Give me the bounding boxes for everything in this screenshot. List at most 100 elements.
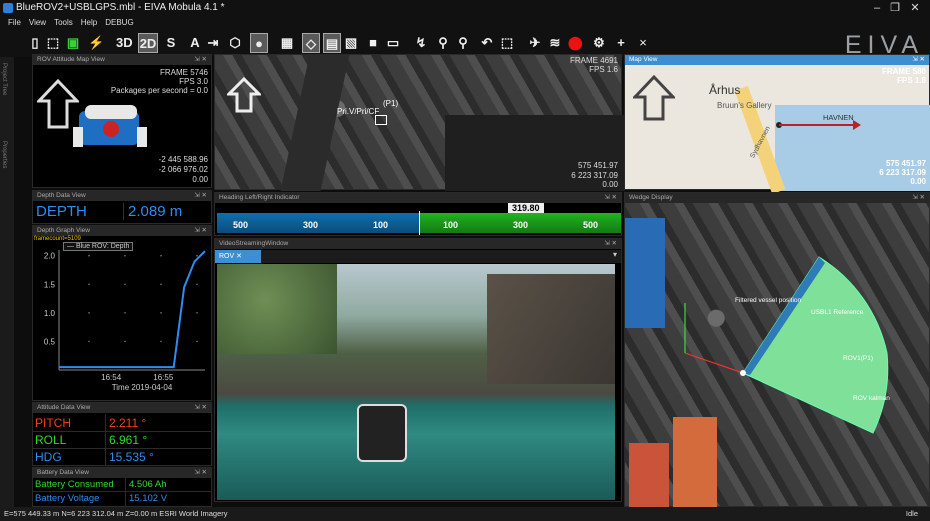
x-axis-label: Time 2019-04-04 bbox=[112, 383, 173, 392]
panel-title: Wedge Display bbox=[629, 194, 673, 201]
northing-readout: -2 066 976.02 bbox=[158, 165, 208, 174]
y-tick-label: 2.0 bbox=[44, 252, 56, 261]
view-a-button[interactable]: A bbox=[188, 33, 202, 53]
grid-dot bbox=[196, 340, 198, 343]
depth-graph-panel: Depth Graph View ⇲ ✕ framecount=5109 — Bl… bbox=[32, 225, 212, 401]
panel-close-icon[interactable]: ⇲ ✕ bbox=[604, 239, 617, 249]
grid-dot bbox=[160, 283, 162, 286]
tab-close-icon[interactable]: ✕ bbox=[236, 253, 242, 260]
texture-icon[interactable]: ▤ bbox=[323, 33, 341, 53]
panel-close-icon[interactable]: ⇲ ✕ bbox=[194, 468, 207, 478]
grid-dot bbox=[124, 340, 126, 343]
side-tab-properties[interactable]: Properties bbox=[1, 141, 7, 168]
map-outline-icon[interactable]: ◇ bbox=[302, 33, 320, 53]
new-file-icon[interactable]: ▯ bbox=[28, 33, 42, 53]
route-icon[interactable]: ↯ bbox=[414, 33, 428, 53]
panel-title: VideoStreamingWindow bbox=[219, 240, 289, 247]
attitude-row-hdg: HDG 15.535 ° bbox=[33, 448, 211, 466]
depth-line-chart: 0.5 1.0 1.5 2.0 16:54 16:55Time 2019-04-04 bbox=[44, 250, 206, 392]
menu-tools[interactable]: Tools bbox=[54, 18, 73, 27]
easting-readout: 575 451.97 bbox=[577, 161, 618, 170]
exit-view-icon[interactable]: ⇥ bbox=[206, 33, 220, 53]
close-button[interactable]: ✕ bbox=[908, 0, 922, 16]
depth-value: 2.089 m bbox=[123, 203, 182, 220]
panel-close-icon[interactable]: ⇲ ✕ bbox=[194, 226, 207, 236]
waypoint-icon[interactable]: ⚲ bbox=[436, 33, 450, 53]
panel-close-icon[interactable]: ⇲ ✕ bbox=[912, 55, 925, 65]
battery-consumed-label: Battery Consumed bbox=[35, 479, 114, 490]
sonar-icon[interactable]: ≋ bbox=[548, 33, 562, 53]
y-tick-label: 1.0 bbox=[44, 309, 56, 318]
status-bar: E=575 449.33 m N=6 223 312.04 m Z=0.00 m… bbox=[0, 507, 930, 521]
hdg-label: HDG bbox=[35, 450, 62, 464]
rov-attitude-map-panel: ROV Attitude Map View ⇲ ✕ FRAME 5746 FPS … bbox=[32, 54, 212, 188]
menu-debug[interactable]: DEBUG bbox=[105, 18, 133, 27]
heading-tick: 300 bbox=[513, 220, 529, 230]
cursor-coordinates: E=575 449.33 m N=6 223 312.04 m Z=0.00 m… bbox=[4, 509, 228, 518]
northing-readout: 6 223 317.09 bbox=[571, 171, 618, 180]
minimize-button[interactable]: – bbox=[870, 0, 884, 16]
filtered-position-label: Filtered vessel position bbox=[735, 297, 802, 304]
frame-readout: FRAME 580 bbox=[881, 67, 926, 76]
frame-readout: FRAME 4691 bbox=[569, 56, 618, 65]
panel-title: Attitude Data View bbox=[37, 404, 91, 411]
x-tick-label: 16:54 bbox=[101, 373, 122, 382]
add-icon[interactable]: + bbox=[614, 33, 628, 53]
cube-icon[interactable]: ⬡ bbox=[228, 33, 242, 53]
side-tab-project-tree[interactable]: Project Tree bbox=[1, 63, 7, 95]
undo-route-icon[interactable]: ↶ bbox=[480, 33, 494, 53]
battery-consumed-value: 4.506 Ah bbox=[125, 478, 167, 492]
grid-dot bbox=[88, 340, 90, 343]
grid-icon[interactable]: ▦ bbox=[280, 33, 294, 53]
video-tab-rov[interactable]: ROV ✕ bbox=[215, 250, 261, 263]
panel-close-icon[interactable]: ⇲ ✕ bbox=[194, 55, 207, 65]
panel-close-icon[interactable]: ⇲ ✕ bbox=[194, 191, 207, 201]
heading-indicator-panel: Heading Left/Right Indicator ⇲ ✕ 319.80 5… bbox=[214, 192, 622, 236]
heading-tick: 300 bbox=[303, 220, 319, 230]
aerial-imagery-view[interactable]: FRAME 4691 FPS 1.6 (P1) Pri.V/Pri/CF 575… bbox=[214, 54, 625, 191]
rov-kalman-label: ROV kalman bbox=[853, 395, 890, 402]
diver-rov-figure bbox=[357, 404, 407, 462]
video-tab-strip: ROV ✕ ▾ bbox=[215, 250, 621, 263]
panel-header: Attitude Data View ⇲ ✕ bbox=[33, 403, 211, 413]
save-icon[interactable]: ▣ bbox=[66, 33, 80, 53]
camera-icon[interactable]: ■ bbox=[366, 33, 380, 53]
fps-readout: FPS 3.0 bbox=[179, 77, 208, 86]
satellite-icon[interactable]: ✈ bbox=[528, 33, 542, 53]
depth-z-readout: 0.00 bbox=[602, 180, 618, 189]
y-tick-label: 1.5 bbox=[44, 280, 56, 289]
open-file-icon[interactable]: ⬚ bbox=[46, 33, 60, 53]
app-window: BlueROV2+USBLGPS.mbl - EIVA Mobula 4.1 *… bbox=[0, 0, 930, 521]
menu-view[interactable]: View bbox=[29, 18, 46, 27]
panel-header: VideoStreamingWindow ⇲ ✕ bbox=[215, 239, 621, 249]
panel-close-icon[interactable]: ⇲ ✕ bbox=[194, 403, 207, 413]
window-title: BlueROV2+USBLGPS.mbl - EIVA Mobula 4.1 * bbox=[16, 2, 225, 13]
view-2d-button[interactable]: 2D bbox=[138, 33, 158, 53]
connect-plug-icon[interactable]: ⚡ bbox=[88, 33, 104, 53]
panel-close-icon[interactable]: ⇲ ✕ bbox=[912, 193, 925, 203]
battery-row-voltage: Battery Voltage 15.102 V bbox=[33, 492, 211, 506]
panel-close-icon[interactable]: ⇲ ✕ bbox=[604, 193, 617, 203]
waypoint-edit-icon[interactable]: ⚲ bbox=[456, 33, 470, 53]
restore-button[interactable]: ❐ bbox=[888, 0, 902, 16]
globe-icon[interactable]: ● bbox=[250, 33, 268, 53]
ruler-icon[interactable]: ▭ bbox=[386, 33, 400, 53]
menu-help[interactable]: Help bbox=[81, 18, 97, 27]
export-icon[interactable]: ⬚ bbox=[500, 33, 514, 53]
settings-gear-icon[interactable]: ⚙ bbox=[592, 33, 606, 53]
heading-center-marker bbox=[419, 211, 420, 235]
fps-readout: FPS 1.6 bbox=[589, 65, 618, 74]
view-3d-button[interactable]: 3D bbox=[116, 33, 133, 53]
easting-readout: 575 451.97 bbox=[885, 159, 926, 168]
rov-camera-feed[interactable] bbox=[217, 264, 615, 500]
grid-dot bbox=[160, 340, 162, 343]
north-arrow-icon bbox=[633, 75, 675, 121]
tab-dropdown-icon[interactable]: ▾ bbox=[613, 250, 617, 259]
record-button[interactable]: ⬤ bbox=[568, 33, 583, 53]
clear-icon[interactable]: × bbox=[636, 33, 650, 53]
heading-tick: 500 bbox=[233, 220, 249, 230]
side-tab-strip: Project Tree Properties bbox=[0, 57, 14, 507]
view-s-button[interactable]: S bbox=[164, 33, 178, 53]
menu-file[interactable]: File bbox=[8, 18, 21, 27]
chart-window-icon[interactable]: ▧ bbox=[344, 33, 358, 53]
